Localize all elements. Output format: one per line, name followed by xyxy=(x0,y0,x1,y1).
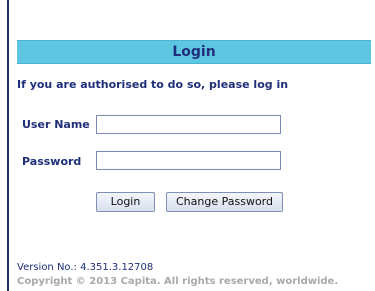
copyright-text: Copyright © 2013 Capita. All rights rese… xyxy=(17,276,339,287)
login-intro-text: If you are authorised to do so, please l… xyxy=(17,78,289,91)
username-label: User Name xyxy=(22,118,90,131)
change-password-button[interactable]: Change Password xyxy=(166,192,283,212)
login-header: Login xyxy=(17,40,371,64)
login-page: Login If you are authorised to do so, pl… xyxy=(0,0,375,291)
username-input[interactable] xyxy=(96,115,281,134)
login-button[interactable]: Login xyxy=(96,192,155,212)
password-input[interactable] xyxy=(96,151,281,170)
login-title: Login xyxy=(172,44,216,60)
password-label: Password xyxy=(22,155,82,168)
version-text: Version No.: 4.351.3.12708 xyxy=(17,262,154,273)
left-border xyxy=(7,0,9,291)
